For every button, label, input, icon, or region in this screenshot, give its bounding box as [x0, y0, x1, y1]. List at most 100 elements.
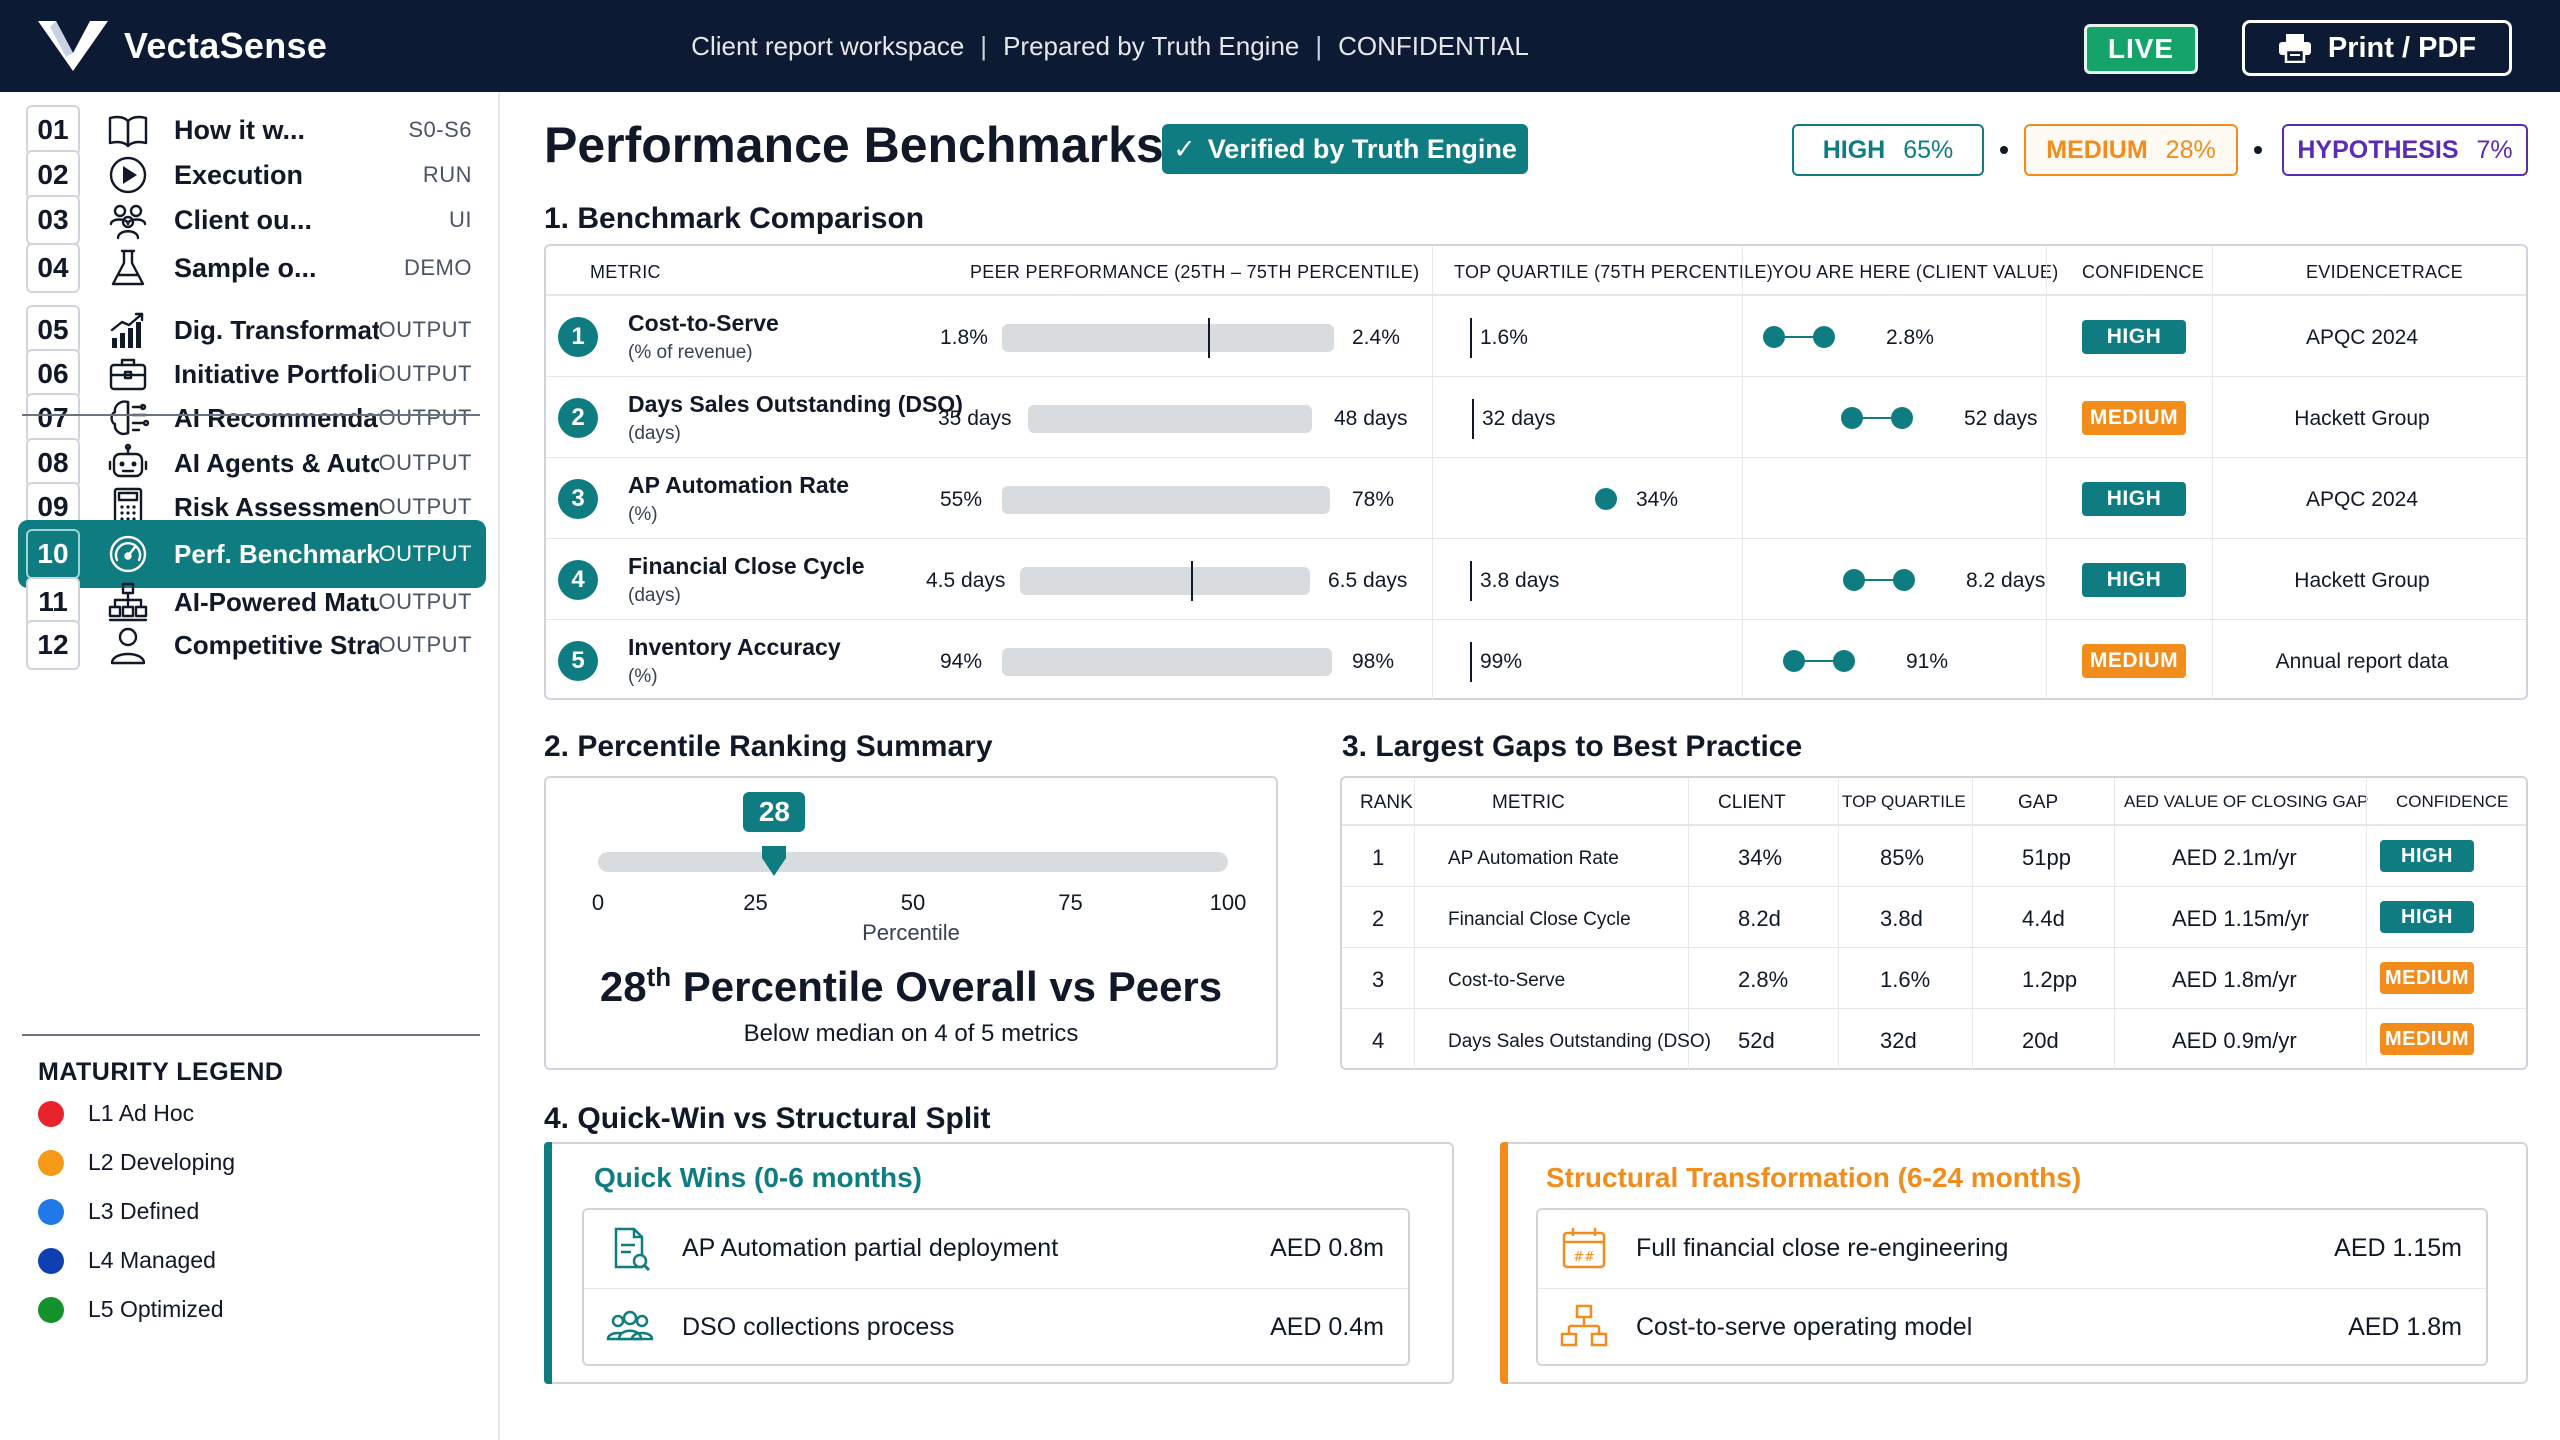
structural-item[interactable]: ## Full financial close re-engineering A… — [1538, 1210, 2486, 1287]
gap-row[interactable]: 4 Days Sales Outstanding (DSO) 52d 32d 20d AE… — [1342, 1009, 2526, 1070]
row-number: 1 — [558, 317, 598, 357]
peer-p75-value: 48 days — [1334, 407, 1408, 430]
top-quartile-value: 32 days — [1482, 407, 1556, 430]
structural-label: Full financial close re-engineering — [1636, 1234, 2009, 1262]
row-number: 5 — [558, 641, 598, 681]
top-bar: VectaSense Client report workspace | Pre… — [0, 0, 2560, 92]
chip-level: MEDIUM — [2046, 135, 2148, 164]
sidebar-item-tag: RUN — [422, 162, 472, 187]
confidence-chip-hypothesis[interactable]: HYPOTHESIS 7% — [2282, 124, 2528, 176]
benchmark-table-header: METRIC PEER PERFORMANCE (25TH – 75TH PER… — [546, 246, 2526, 296]
peer-p75-value: 6.5 days — [1328, 569, 1408, 592]
evidence-source[interactable]: Hackett Group — [2212, 569, 2512, 593]
quick-wins-card: Quick Wins (0-6 months) AP Automation pa… — [544, 1142, 1454, 1384]
quick-win-item[interactable]: AP Automation partial deployment AED 0.8… — [584, 1210, 1408, 1287]
peer-reference-dot — [1783, 650, 1805, 672]
percentile-slider-track[interactable] — [598, 852, 1228, 872]
quick-wins-accent — [544, 1142, 552, 1384]
sidebar-item-label: Competitive Strategy — [174, 629, 379, 660]
calendar-icon: ## — [1556, 1221, 1612, 1277]
row-number: 4 — [558, 560, 598, 600]
evidence-source[interactable]: APQC 2024 — [2212, 326, 2512, 350]
col-top-quartile: TOP QUARTILE (75TH PERCENTILE) — [1454, 262, 1774, 282]
col-confidence: CONFIDENCE — [2396, 792, 2509, 811]
document-search-icon — [602, 1221, 658, 1277]
legend-label: L4 Managed — [88, 1247, 216, 1273]
sidebar-item-tag: OUTPUT — [378, 494, 472, 519]
percentile-tick-label: 50 — [900, 890, 926, 915]
legend-label: L2 Developing — [88, 1149, 236, 1175]
benchmark-row[interactable]: 1 Cost-to-Serve (% of revenue) 1.8% 2.4% 1.6%… — [546, 296, 2526, 377]
evidence-source[interactable]: Hackett Group — [2212, 407, 2512, 431]
legend-item-l1: L1 Ad Hoc — [38, 1100, 194, 1127]
gap-value: 20d — [2022, 1028, 2059, 1053]
percentile-marker[interactable] — [760, 844, 788, 878]
prepared-by-label: Prepared by Truth Engine — [1003, 30, 1300, 61]
legend-dot — [38, 1247, 64, 1274]
sidebar-item-number: 12 — [26, 620, 80, 670]
col-metric: METRIC — [1492, 792, 1565, 813]
top-quartile-marker — [1470, 561, 1472, 601]
client-value: 52 days — [1964, 407, 2038, 430]
gap-row[interactable]: 3 Cost-to-Serve 2.8% 1.6% 1.2pp AED 1.8m/yr ME… — [1342, 948, 2526, 1009]
legend-label: L1 Ad Hoc — [88, 1100, 195, 1126]
sidebar-item-sample-o[interactable]: 04 Sample o... DEMO — [18, 234, 486, 302]
quick-win-item[interactable]: DSO collections process AED 0.4m — [584, 1288, 1408, 1365]
peer-p75-value: 2.4% — [1352, 326, 1400, 349]
peer-range-bar — [1002, 648, 1332, 676]
benchmark-row[interactable]: 4 Financial Close Cycle (days) 4.5 days 6.5 … — [546, 539, 2526, 620]
client-value-dot — [1595, 488, 1617, 510]
legend-label: L5 Optimized — [88, 1296, 224, 1322]
gaps-table: RANK METRIC CLIENT TOP QUARTILE GAP AED … — [1340, 776, 2528, 1070]
app-logo[interactable]: VectaSense — [36, 18, 327, 74]
top-quartile-value: 99% — [1480, 650, 1523, 673]
confidence-badge: HIGH — [2380, 840, 2474, 872]
peer-reference-dot — [1763, 326, 1785, 348]
gap-client-value: 52d — [1738, 1028, 1775, 1053]
metric-unit: (days) — [628, 585, 681, 606]
peer-p25-value: 35 days — [938, 407, 1012, 430]
metric-name: AP Automation Rate — [628, 472, 850, 498]
percentile-value-bubble: 28 — [743, 792, 806, 832]
client-value-dot — [1813, 326, 1835, 348]
legend-dot — [38, 1149, 64, 1176]
peer-median-marker — [1191, 561, 1193, 601]
structural-item[interactable]: Cost-to-serve operating model AED 1.8m — [1538, 1288, 2486, 1365]
benchmark-row[interactable]: 5 Inventory Accuracy (%) 94% 98% 99% 91% MEDIUM… — [546, 620, 2526, 701]
gap-top-quartile: 1.6% — [1880, 967, 1931, 992]
evidence-source[interactable]: APQC 2024 — [2212, 488, 2512, 512]
live-button[interactable]: LIVE — [2084, 24, 2198, 74]
sidebar-item-label: Risk Assessment — [174, 491, 379, 522]
printer-icon — [2278, 34, 2311, 63]
col-confidence: CONFIDENCE — [2082, 262, 2205, 282]
sidebar-item-competitive-strategy[interactable]: 12 Competitive StrategyOUTPUT — [18, 611, 486, 679]
top-quartile-marker — [1470, 318, 1472, 358]
print-pdf-button[interactable]: Print / PDF — [2242, 20, 2512, 76]
confidence-chip-high[interactable]: HIGH 65% — [1792, 124, 1984, 176]
benchmark-row[interactable]: 3 AP Automation Rate (%) 55% 78% 34% HIGH APQC … — [546, 458, 2526, 539]
legend-item-l4: L4 Managed — [38, 1247, 216, 1274]
gap-row[interactable]: 1 AP Automation Rate 34% 85% 51pp AED 2.1m/yr… — [1342, 826, 2526, 887]
metric-unit: (%) — [628, 666, 658, 687]
gap-value: 51pp — [2022, 845, 2071, 870]
evidence-source[interactable]: Annual report data — [2212, 650, 2512, 674]
app-name: VectaSense — [124, 25, 328, 66]
structural-accent — [1500, 1142, 1508, 1384]
peer-range-bar — [1002, 318, 1334, 358]
percentile-tick-label: 75 — [1058, 890, 1083, 915]
quick-wins-list: AP Automation partial deployment AED 0.8… — [582, 1208, 1410, 1366]
separator: | — [1315, 30, 1323, 61]
svg-text:##: ## — [1573, 1250, 1595, 1265]
col-top-quartile: TOP QUARTILE — [1842, 792, 1966, 811]
flask-icon — [104, 244, 152, 292]
gap-row[interactable]: 2 Financial Close Cycle 8.2d 3.8d 4.4d AED 1.… — [1342, 887, 2526, 948]
top-quartile-value: 3.8 days — [1480, 569, 1560, 592]
confidence-chip-medium[interactable]: MEDIUM 28% — [2024, 124, 2238, 176]
sidebar-item-tag: UI — [449, 207, 472, 232]
benchmark-table: METRIC PEER PERFORMANCE (25TH – 75TH PER… — [544, 244, 2528, 700]
metric-name: Financial Close Cycle — [628, 553, 865, 579]
metric-name: Inventory Accuracy — [628, 634, 841, 660]
benchmark-row[interactable]: 2 Days Sales Outstanding (DSO) (days) 35 da… — [546, 377, 2526, 458]
chip-level: HIGH — [1822, 135, 1886, 164]
peer-p25-value: 4.5 days — [926, 569, 1006, 592]
